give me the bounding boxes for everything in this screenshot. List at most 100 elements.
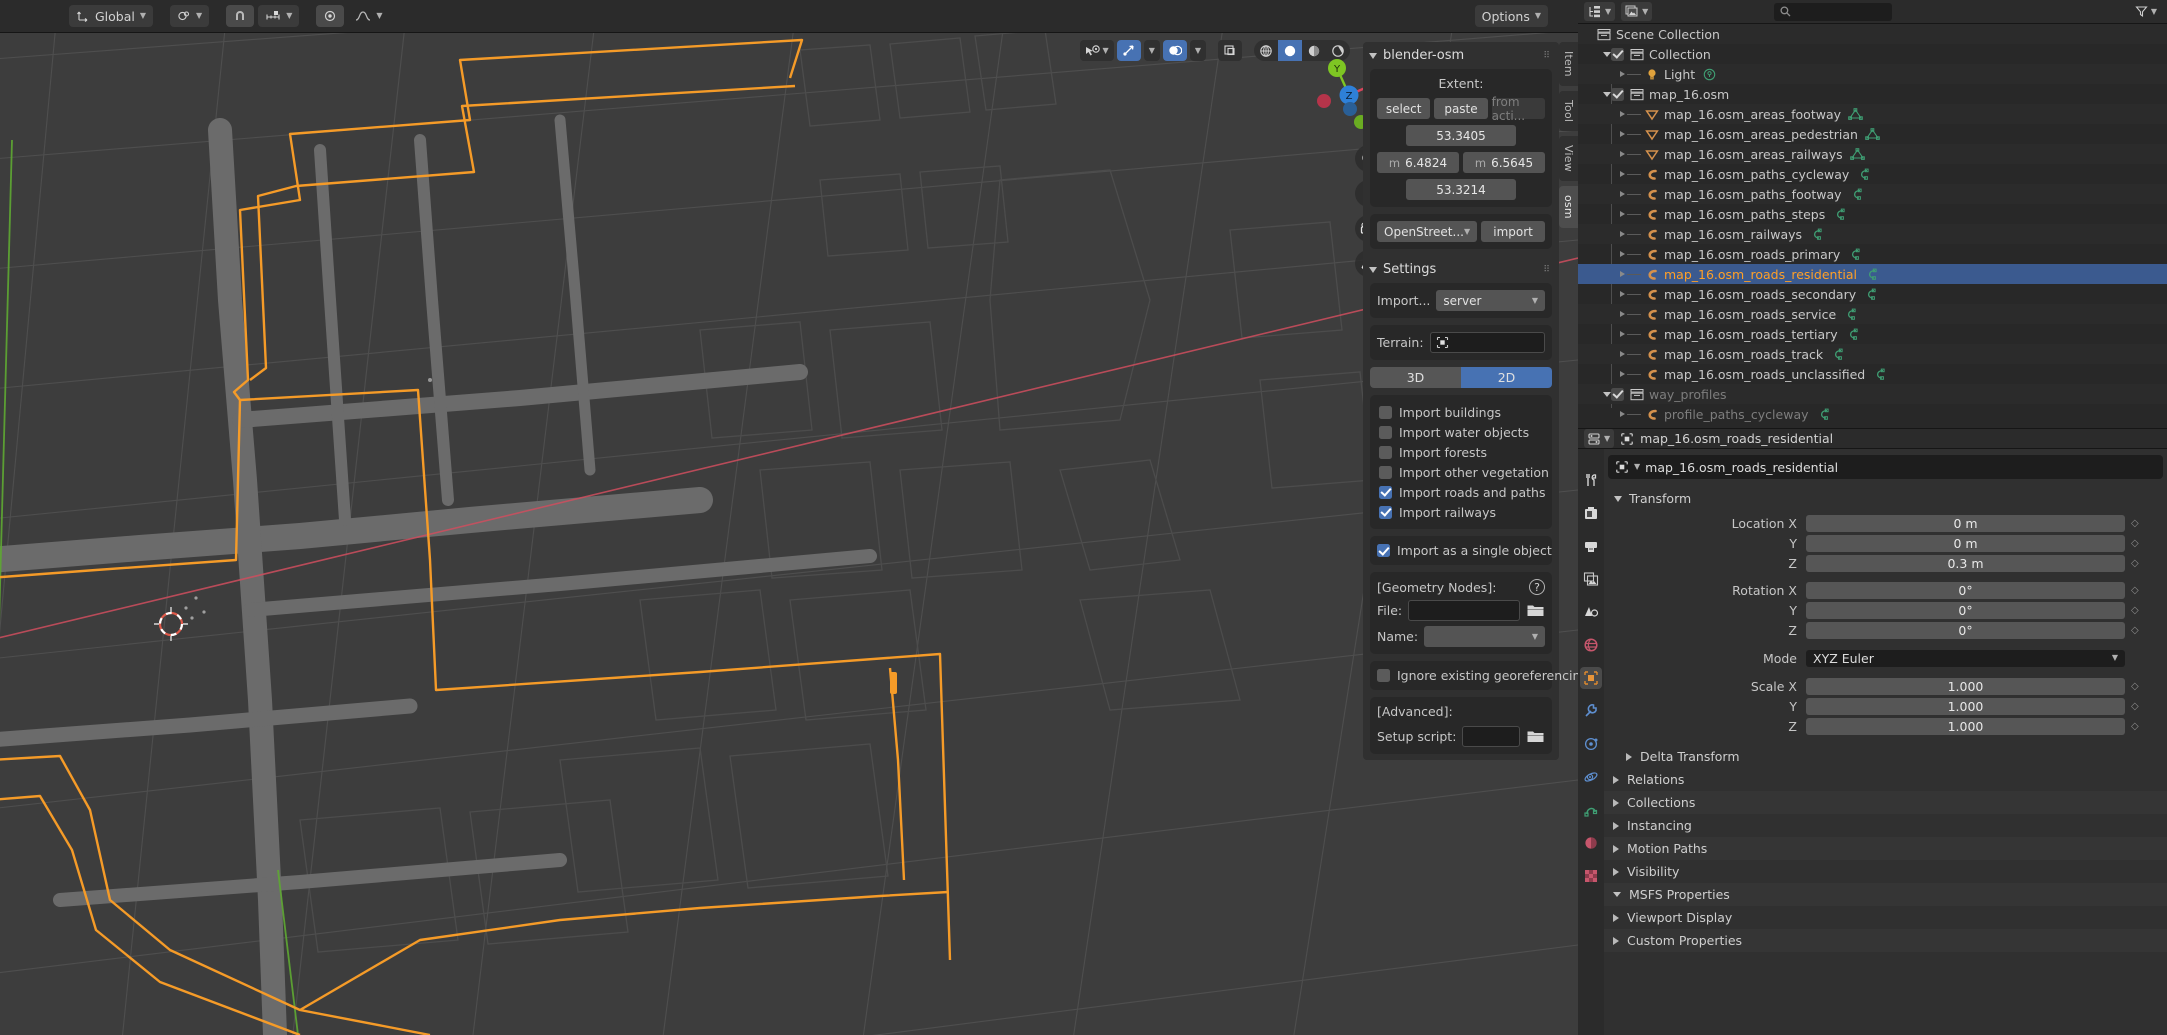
outliner[interactable]: Scene Collection Collection Light map_16.os… (1578, 24, 2167, 428)
property-section-motion-paths[interactable]: Motion Paths (1604, 837, 2167, 860)
mesh-data-icon[interactable] (1865, 127, 1880, 141)
checkbox-import-roads-and-paths[interactable]: Import roads and paths (1377, 482, 1545, 502)
sidebar-tab-view[interactable]: View (1559, 136, 1578, 181)
scale-y-value[interactable]: 1.000 (1806, 697, 2125, 715)
curve-data-icon[interactable] (1832, 208, 1847, 221)
disclosure-triangle-closed[interactable] (1618, 191, 1627, 197)
gizmo-toggle[interactable] (1116, 40, 1141, 61)
curve-data-icon[interactable] (1830, 348, 1845, 361)
paste-button[interactable]: paste (1434, 98, 1488, 119)
sidebar-tab-osm[interactable]: osm (1559, 185, 1578, 228)
outliner-row[interactable]: map_16.osm_roads_unclassified (1578, 364, 2167, 384)
checkbox-import-buildings[interactable]: Import buildings (1377, 402, 1545, 422)
animate-property-icon[interactable]: ◇ (2131, 558, 2145, 569)
options-dropdown[interactable]: Options ▼ (1474, 5, 1548, 27)
animate-property-icon[interactable]: ◇ (2131, 605, 2145, 616)
texture-tab[interactable] (1580, 865, 1602, 887)
outliner-search-input[interactable] (1774, 2, 1893, 21)
disclosure-triangle-closed[interactable] (1618, 211, 1627, 217)
snap-target-dropdown[interactable]: ▼ (258, 5, 300, 27)
name-dropdown[interactable]: ▼ (1424, 626, 1545, 647)
lon-min-field[interactable]: m 6.4824 (1377, 152, 1459, 173)
tool-tab[interactable] (1580, 469, 1602, 491)
property-section-collections[interactable]: Collections (1604, 791, 2167, 814)
mode-2d-button[interactable]: 2D (1461, 367, 1552, 388)
sidebar-tab-tool[interactable]: Tool (1559, 90, 1578, 132)
output-tab[interactable] (1580, 535, 1602, 557)
properties-editor-type-dropdown[interactable]: ▼ (1584, 429, 1615, 448)
light-data-icon[interactable] (1702, 68, 1717, 81)
proportional-falloff-dropdown[interactable]: ▼ (348, 5, 389, 27)
animate-property-icon[interactable]: ◇ (2131, 625, 2145, 636)
outliner-filter-id-dropdown[interactable]: ▼ (1621, 2, 1653, 21)
outliner-row[interactable]: map_16.osm_roads_residential (1578, 264, 2167, 284)
outliner-row[interactable]: Scene Collection (1578, 24, 2167, 44)
outliner-filter-dropdown[interactable]: ▼ (2131, 2, 2161, 21)
disclosure-triangle-closed[interactable] (1618, 231, 1627, 237)
outliner-row[interactable]: map_16.osm (1578, 84, 2167, 104)
outliner-row[interactable]: map_16.osm_roads_tertiary (1578, 324, 2167, 344)
checkbox-import-other-vegetation[interactable]: Import other vegetation (1377, 462, 1549, 482)
osm-panel-header[interactable]: blender-osm ⠿ (1363, 42, 1559, 69)
curve-data-icon[interactable] (1809, 228, 1824, 241)
property-section-msfs-properties[interactable]: MSFS Properties (1604, 883, 2167, 906)
exclude-checkbox[interactable] (1611, 387, 1624, 401)
outliner-display-mode-dropdown[interactable]: ▼ (1584, 2, 1616, 21)
transform-section-header[interactable]: Transform (1604, 487, 2167, 510)
curve-data-icon[interactable] (1849, 188, 1864, 201)
location-y-value[interactable]: 0 m (1806, 534, 2125, 552)
outliner-row[interactable]: map_16.osm_roads_secondary (1578, 284, 2167, 304)
animate-property-icon[interactable]: ◇ (2131, 721, 2145, 732)
gizmo-settings-dropdown[interactable]: ▼ (1143, 40, 1160, 61)
modifiers-tab[interactable] (1580, 700, 1602, 722)
outliner-row[interactable]: map_16.osm_roads_track (1578, 344, 2167, 364)
terrain-field[interactable] (1429, 332, 1545, 353)
disclosure-triangle-closed[interactable] (1618, 411, 1627, 417)
disclosure-triangle-closed[interactable] (1618, 131, 1627, 137)
animate-property-icon[interactable]: ◇ (2131, 518, 2145, 529)
property-section-custom-properties[interactable]: Custom Properties (1604, 929, 2167, 952)
delta-transform-section[interactable]: Delta Transform (1604, 745, 2167, 768)
checkbox-import-water-objects[interactable]: Import water objects (1377, 422, 1545, 442)
rotation-z-value[interactable]: 0° (1806, 621, 2125, 639)
disclosure-triangle-closed[interactable] (1618, 171, 1627, 177)
checkbox-import-railways[interactable]: Import railways (1377, 502, 1545, 522)
view-layer-tab[interactable] (1580, 568, 1602, 590)
curve-data-icon[interactable] (1863, 288, 1878, 301)
outliner-row[interactable]: map_16.osm_paths_steps (1578, 204, 2167, 224)
shading-solid-button[interactable] (1278, 40, 1302, 61)
overlays-settings-dropdown[interactable]: ▼ (1189, 40, 1206, 61)
data-source-dropdown[interactable]: OpenStreet... ▼ (1377, 221, 1478, 242)
object-id-field[interactable]: ▼ map_16.osm_roads_residential (1608, 455, 2163, 479)
animate-property-icon[interactable]: ◇ (2131, 701, 2145, 712)
animate-property-icon[interactable]: ◇ (2131, 681, 2145, 692)
checkbox-import-forests[interactable]: Import forests (1377, 442, 1545, 462)
file-input[interactable] (1408, 600, 1520, 621)
disclosure-triangle-closed[interactable] (1618, 311, 1627, 317)
curve-data-icon[interactable] (1845, 328, 1860, 341)
outliner-row[interactable]: map_16.osm_roads_primary (1578, 244, 2167, 264)
help-icon[interactable]: ? (1529, 579, 1545, 595)
settings-panel-header[interactable]: Settings ⠿ (1363, 256, 1559, 283)
animate-property-icon[interactable]: ◇ (2131, 585, 2145, 596)
world-tab[interactable] (1580, 634, 1602, 656)
folder-icon[interactable] (1526, 727, 1545, 746)
curve-data-icon[interactable] (1843, 308, 1858, 321)
import-button[interactable]: import (1481, 221, 1545, 242)
disclosure-triangle-closed[interactable] (1618, 371, 1627, 377)
shading-wireframe-button[interactable] (1254, 40, 1278, 61)
overlays-toggle[interactable] (1162, 40, 1187, 61)
particles-tab[interactable] (1580, 733, 1602, 755)
curve-data-icon[interactable] (1816, 408, 1831, 421)
mode-3d-button[interactable]: 3D (1370, 367, 1461, 388)
outliner-row[interactable]: map_16.osm_paths_footway (1578, 184, 2167, 204)
outliner-row[interactable]: map_16.osm_railways (1578, 224, 2167, 244)
setup-script-input[interactable] (1462, 726, 1520, 747)
location-x-value[interactable]: 0 m (1806, 514, 2125, 532)
object-constraints-tab[interactable] (1580, 799, 1602, 821)
transform-orientation-dropdown[interactable]: Global ▼ (69, 5, 154, 27)
disclosure-triangle-open[interactable] (1602, 51, 1611, 57)
disclosure-triangle-open[interactable] (1602, 391, 1611, 397)
outliner-row[interactable]: Collection (1578, 44, 2167, 64)
import-from-dropdown[interactable]: server ▼ (1436, 290, 1545, 311)
